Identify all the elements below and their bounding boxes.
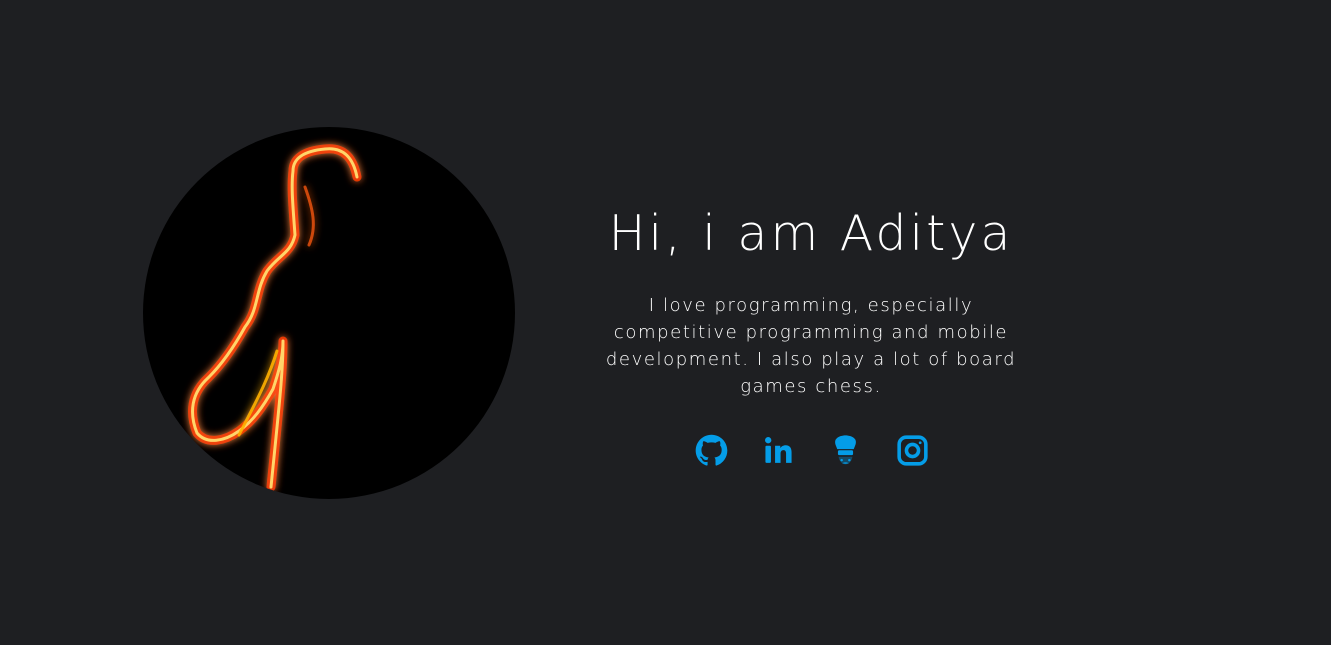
codechef-icon xyxy=(835,435,856,465)
hero-title: Hi, i am Aditya xyxy=(608,205,1014,262)
codechef-link[interactable] xyxy=(829,434,862,467)
social-links xyxy=(587,434,1037,467)
linkedin-icon xyxy=(765,437,792,463)
hero-bio: I love programming, especially competiti… xyxy=(605,295,1017,397)
github-icon xyxy=(695,434,728,466)
instagram-icon xyxy=(897,435,928,466)
portfolio-hero: Hi, i am Aditya I love programming, espe… xyxy=(0,0,1331,645)
instagram-link[interactable] xyxy=(896,434,929,467)
linkedin-link[interactable] xyxy=(762,434,795,467)
light-painting-silhouette xyxy=(188,144,362,492)
intro-section: Hi, i am Aditya I love programming, espe… xyxy=(585,200,1037,467)
profile-avatar xyxy=(143,127,515,499)
github-link[interactable] xyxy=(695,434,728,467)
